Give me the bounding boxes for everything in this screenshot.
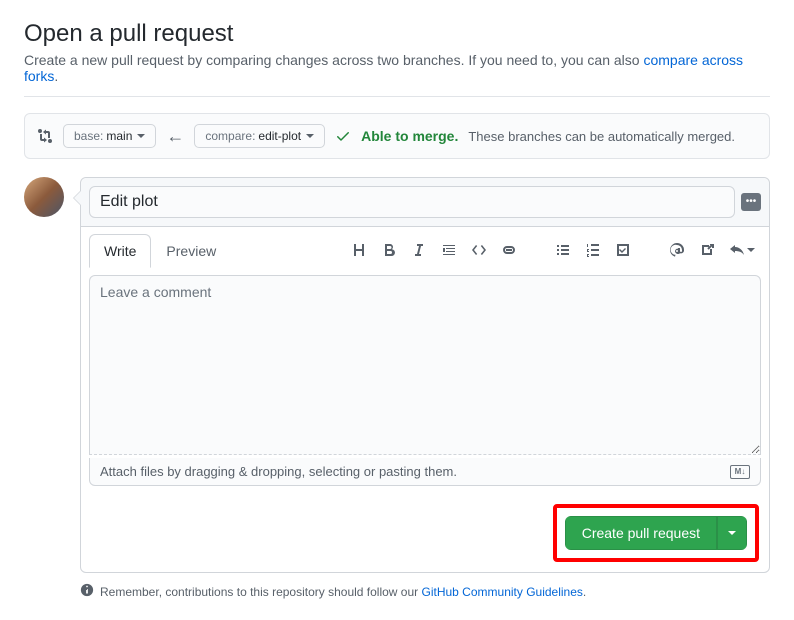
comment-textarea[interactable] [89, 275, 761, 455]
check-icon [335, 128, 351, 144]
chevron-down-icon [728, 531, 736, 535]
highlight-annotation: Create pull request [553, 504, 759, 562]
footer-suffix: . [583, 585, 586, 599]
divider [24, 96, 770, 97]
footer-prefix: Remember, contributions to this reposito… [100, 585, 422, 599]
heading-icon[interactable] [351, 242, 367, 258]
markdown-icon[interactable]: M↓ [730, 465, 750, 479]
chevron-down-icon [306, 134, 314, 138]
page-title: Open a pull request [24, 20, 770, 48]
comment-box: ••• Write Preview [80, 177, 770, 573]
link-icon[interactable] [501, 242, 517, 258]
ol-icon[interactable] [585, 242, 601, 258]
tab-preview[interactable]: Preview [151, 234, 231, 268]
merge-status: Able to merge. [361, 128, 458, 144]
chevron-down-icon [137, 134, 145, 138]
compare-branch-button[interactable]: compare: edit-plot [194, 124, 325, 148]
italic-icon[interactable] [411, 242, 427, 258]
create-pr-button[interactable]: Create pull request [565, 516, 717, 550]
compare-branch-name: edit-plot [258, 129, 301, 143]
base-branch-name: main [106, 129, 132, 143]
base-branch-button[interactable]: base: main [63, 124, 156, 148]
reply-icon[interactable] [729, 242, 755, 258]
attach-text: Attach files by dragging & dropping, sel… [100, 464, 457, 479]
compare-bar: base: main ← compare: edit-plot Able to … [24, 113, 770, 159]
tab-write[interactable]: Write [89, 234, 151, 268]
git-compare-icon [37, 128, 53, 144]
pr-title-input[interactable] [89, 186, 735, 218]
crossref-icon[interactable] [699, 242, 715, 258]
code-icon[interactable] [471, 242, 487, 258]
quote-icon[interactable] [441, 242, 457, 258]
subtitle-suffix: . [54, 68, 58, 84]
compare-label: compare: [205, 129, 255, 143]
md-toolbar [351, 242, 761, 258]
footer-note: Remember, contributions to this reposito… [80, 583, 770, 600]
tasklist-icon[interactable] [615, 242, 631, 258]
ul-icon[interactable] [555, 242, 571, 258]
create-pr-dropdown[interactable] [717, 516, 747, 550]
base-label: base: [74, 129, 103, 143]
guidelines-link[interactable]: GitHub Community Guidelines [422, 585, 583, 599]
helpers-button[interactable]: ••• [741, 193, 761, 211]
bold-icon[interactable] [381, 242, 397, 258]
info-icon [80, 583, 94, 600]
page-subtitle: Create a new pull request by comparing c… [24, 52, 770, 84]
subtitle-prefix: Create a new pull request by comparing c… [24, 52, 643, 68]
merge-text: These branches can be automatically merg… [468, 129, 735, 144]
arrow-left-icon: ← [166, 126, 184, 147]
attach-bar[interactable]: Attach files by dragging & dropping, sel… [89, 458, 761, 486]
mention-icon[interactable] [669, 242, 685, 258]
avatar [24, 177, 64, 217]
